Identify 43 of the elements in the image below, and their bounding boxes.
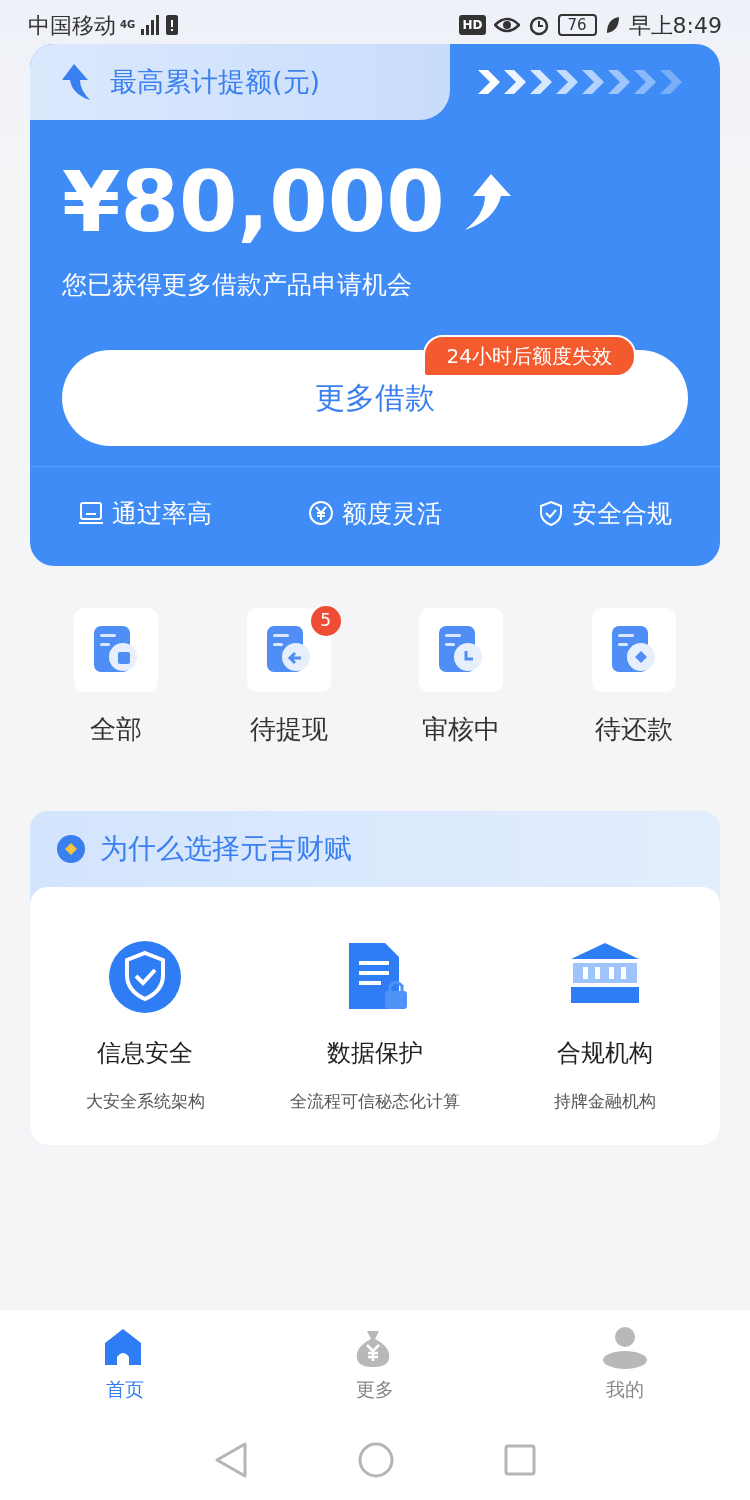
shortcut-tile[interactable] <box>74 608 159 692</box>
battery-level: 76 <box>557 14 597 36</box>
shield-icon <box>538 500 564 527</box>
leaf-icon <box>604 15 621 35</box>
yen-icon <box>308 500 334 527</box>
shortcut-label[interactable]: 待还款 <box>594 710 673 749</box>
amount-text: ¥80,000 <box>62 160 445 244</box>
sim-icon <box>165 14 180 36</box>
shortcut-tile[interactable] <box>419 608 504 692</box>
nav-tab[interactable]: 我的 <box>550 1325 700 1405</box>
laptop-icon <box>78 500 104 527</box>
nav-tab[interactable]: 更多 <box>300 1325 450 1405</box>
shortcut-label[interactable]: 全部 <box>90 710 143 749</box>
alarm-icon <box>527 14 550 36</box>
feature-description: 持牌金融机构 <box>554 1090 656 1113</box>
feature-label: 通过率高 <box>112 497 212 530</box>
feature-description: 全流程可信秘态化计算 <box>290 1090 460 1113</box>
expiry-badge: 24小时后额度失效 <box>422 334 636 377</box>
eye-icon <box>493 15 520 35</box>
diamond-dot-icon <box>56 834 86 864</box>
recent-apps-icon <box>504 1444 536 1476</box>
shortcut-tile[interactable] <box>246 608 331 692</box>
section-title: 为什么选择元吉财赋 <box>100 831 352 867</box>
nav-tab[interactable]: 首页 <box>50 1325 200 1405</box>
feature-title: 数据保护 <box>327 1038 423 1069</box>
shortcut-label[interactable]: 待提现 <box>249 710 328 749</box>
hd-icon: HD <box>459 15 486 35</box>
user-icon <box>603 1326 647 1369</box>
home-circle-icon <box>358 1442 394 1478</box>
carrier-name: 中国移动 <box>28 11 116 40</box>
feature-title: 合规机构 <box>557 1038 653 1069</box>
feature-description: 大安全系统架构 <box>85 1090 205 1113</box>
shortcut-tile[interactable] <box>591 608 676 692</box>
clock-time: 早上8:49 <box>628 11 722 40</box>
card-subtitle: 您已获得更多借款产品申请机会 <box>62 269 413 301</box>
back-icon <box>214 1441 248 1479</box>
feature-title: 信息安全 <box>97 1038 193 1069</box>
network-type: 4G <box>120 20 136 30</box>
feature-label: 额度灵活 <box>342 497 442 530</box>
signal-icon <box>139 15 162 35</box>
card-title: 最高累计提额(元) <box>110 64 321 99</box>
shortcut-label[interactable]: 审核中 <box>422 710 501 749</box>
feature-label: 安全合规 <box>572 497 672 530</box>
